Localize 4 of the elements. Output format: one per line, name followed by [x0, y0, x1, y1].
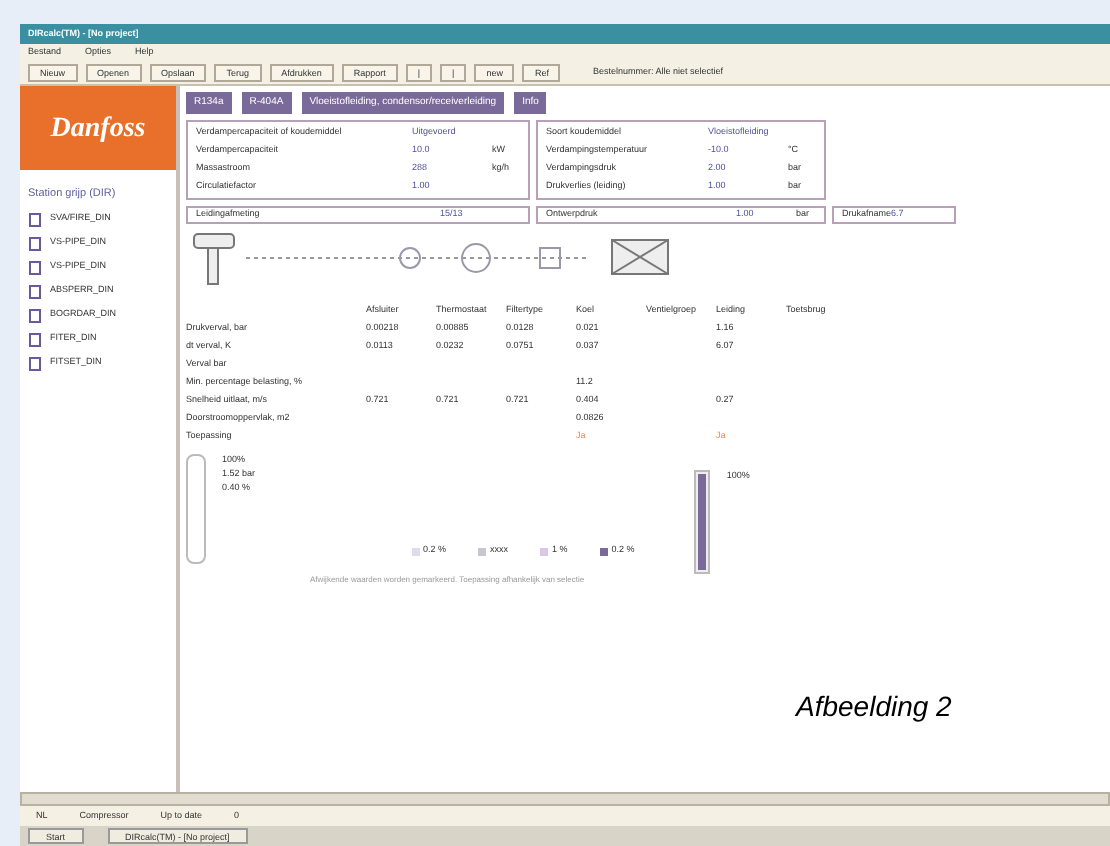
- logo: Danfoss: [20, 86, 176, 170]
- figure-caption: Afbeelding 2: [796, 688, 952, 726]
- horizontal-scrollbar[interactable]: [20, 792, 1110, 806]
- summary-panel: [186, 454, 206, 564]
